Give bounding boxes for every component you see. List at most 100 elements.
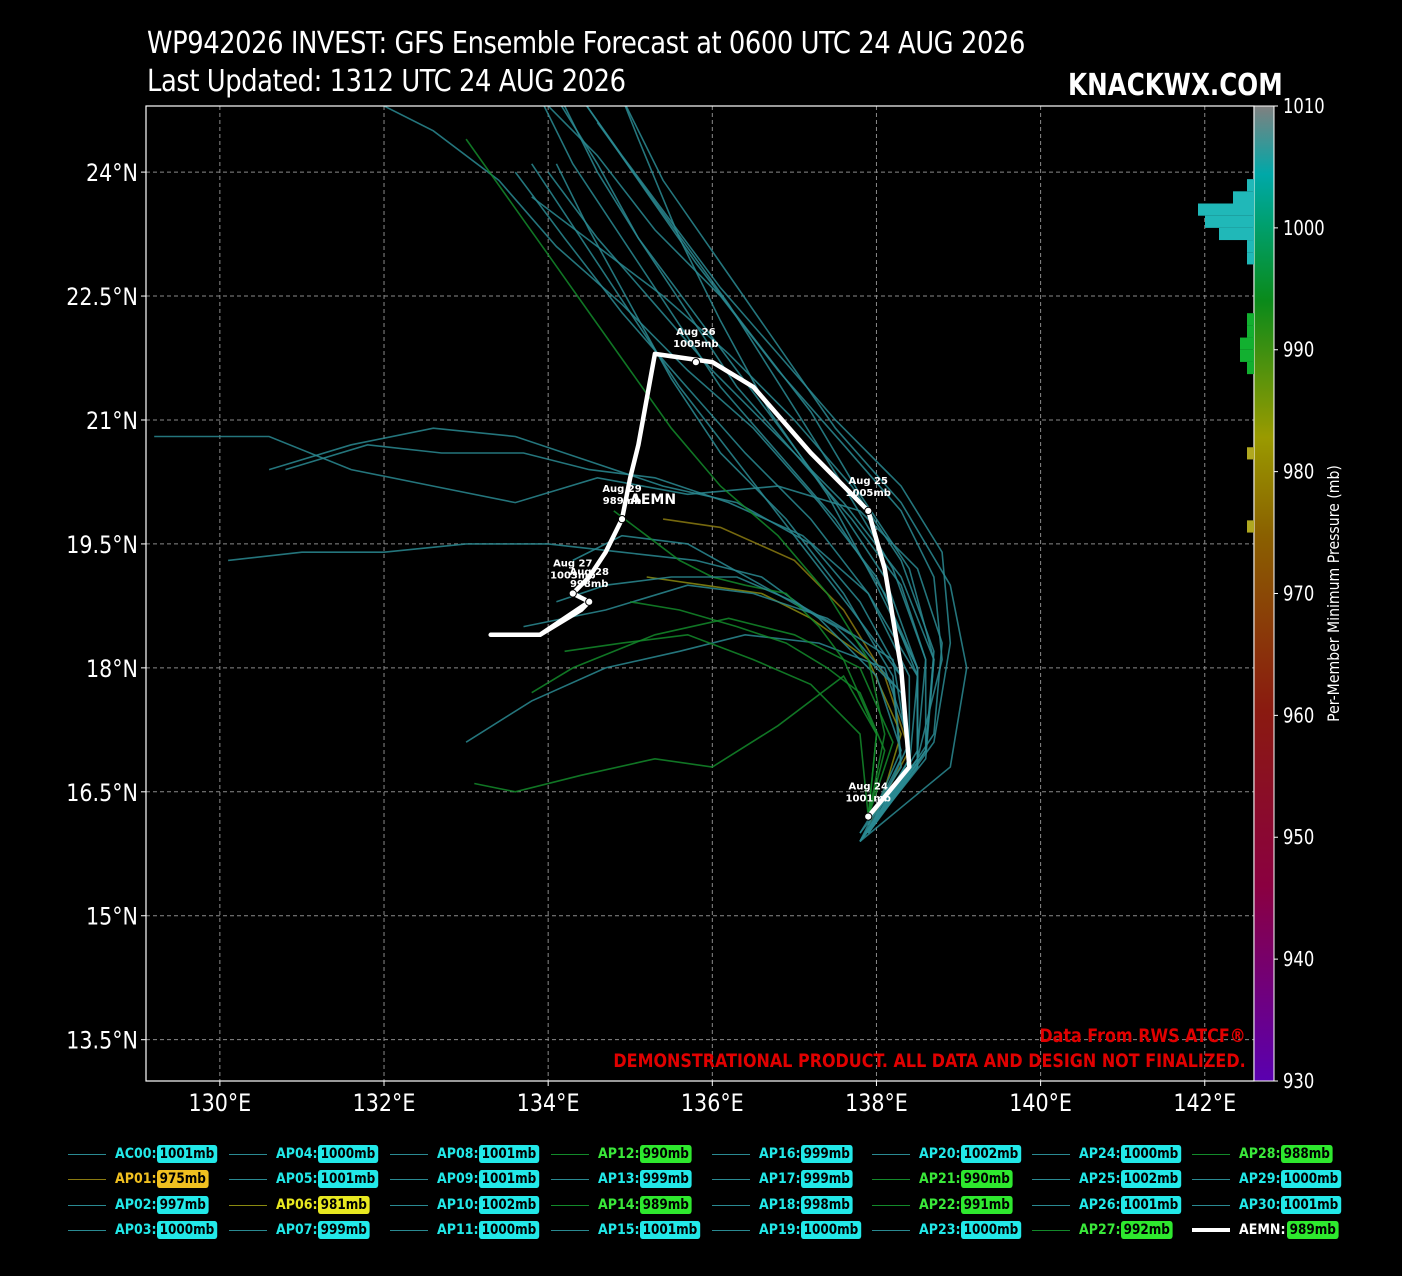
- y-tick-label: 15°N: [86, 903, 138, 931]
- legend-swatch: [872, 1204, 910, 1206]
- track-ap28: [465, 138, 886, 817]
- pressure-colorbar: 930 940 950 960 970 980 990 1000 1010 Per-Member …: [1198, 96, 1343, 1094]
- colorbar-tick-label: 1000: [1283, 217, 1325, 240]
- colorbar-tick-label: 940: [1283, 949, 1314, 972]
- legend-member-name: AP25:: [1079, 1171, 1121, 1187]
- daily-date-label: Aug 26: [676, 327, 715, 338]
- legend-swatch: [68, 1229, 106, 1231]
- legend-pressure-badge: 999mb: [640, 1170, 692, 1188]
- legend-swatch: [1032, 1229, 1070, 1231]
- daily-date-label: Aug 25: [849, 476, 888, 487]
- legend-member-name: AP02:: [115, 1197, 157, 1213]
- pressure-histogram-bar: [1233, 191, 1254, 204]
- legend-swatch: [229, 1229, 267, 1231]
- legend-pressure-badge: 989mb: [1286, 1221, 1339, 1239]
- legend-member-name: AP05:: [276, 1171, 318, 1187]
- track-ap20: [585, 106, 952, 834]
- legend-swatch: [712, 1153, 750, 1155]
- pressure-histogram-bar: [1247, 313, 1254, 326]
- legend-pressure-badge: 992mb: [1121, 1221, 1173, 1239]
- daily-date-label: Aug 24: [849, 782, 888, 793]
- legend-member-name: AP12:: [598, 1146, 640, 1162]
- legend-member-name: AP23:: [919, 1222, 961, 1238]
- legend-item-ap30: AP30: 1001mb: [1192, 1194, 1351, 1216]
- pressure-histogram-bar: [1198, 203, 1254, 216]
- legend-member-name: AP06:: [276, 1197, 318, 1213]
- legend-item-ap11: AP11: 1000mb: [390, 1219, 549, 1241]
- colorbar-tick-label: 930: [1283, 1071, 1314, 1094]
- legend-swatch: [68, 1204, 106, 1206]
- legend-swatch: [68, 1153, 106, 1155]
- legend-item-ap16: AP16: 999mb: [712, 1143, 861, 1165]
- track-ap22: [564, 633, 870, 817]
- legend-pressure-badge: 1000mb: [1281, 1170, 1342, 1188]
- colorbar-tick-label: 960: [1283, 705, 1314, 728]
- y-tick-label: 13.5°N: [66, 1027, 138, 1055]
- legend-pressure-badge: 990mb: [961, 1170, 1013, 1188]
- legend-item-aemn: AEMN: 989mb: [1192, 1219, 1347, 1241]
- legend-member-name: AP04:: [276, 1146, 318, 1162]
- legend-swatch: [551, 1204, 589, 1206]
- track-ap10: [625, 106, 968, 843]
- legend-item-ap18: AP18: 998mb: [712, 1194, 861, 1216]
- legend-item-ap09: AP09: 1001mb: [390, 1168, 549, 1190]
- legend-pressure-badge: 999mb: [318, 1221, 370, 1239]
- legend-swatch: [1032, 1153, 1070, 1155]
- legend-member-name: AP30:: [1239, 1197, 1281, 1213]
- legend-member-name: AP16:: [759, 1146, 801, 1162]
- legend-item-ap10: AP10: 1002mb: [390, 1194, 549, 1216]
- legend-swatch: [872, 1178, 910, 1180]
- legend-member-name: AP03:: [115, 1222, 157, 1238]
- legend-pressure-badge: 1001mb: [479, 1170, 540, 1188]
- legend-member-name: AP22:: [919, 1197, 961, 1213]
- colorbar-tick-label: 980: [1283, 461, 1314, 484]
- legend-member-name: AP09:: [437, 1171, 479, 1187]
- legend-pressure-badge: 989mb: [640, 1196, 692, 1214]
- legend-item-ap05: AP05: 1001mb: [229, 1168, 388, 1190]
- legend-pressure-badge: 1000mb: [1121, 1145, 1182, 1163]
- legend-member-name: AP11:: [437, 1222, 479, 1238]
- pressure-histogram-bar: [1205, 215, 1254, 228]
- daily-position-marker: [864, 812, 873, 821]
- legend-item-ap15: AP15: 1001mb: [551, 1219, 710, 1241]
- track-ap03: [624, 106, 919, 842]
- legend-pressure-badge: 999mb: [801, 1170, 853, 1188]
- legend-member-name: AP28:: [1239, 1146, 1281, 1162]
- daily-pressure-label: 1001mb: [846, 794, 891, 805]
- pressure-histogram-bar: [1247, 179, 1254, 192]
- y-tick-label: 22.5°N: [66, 284, 138, 312]
- legend-member-name: AC00:: [115, 1146, 157, 1162]
- legend-member-name: AP27:: [1079, 1222, 1121, 1238]
- legend-pressure-badge: 1002mb: [479, 1196, 540, 1214]
- colorbar-tick-label: 970: [1283, 583, 1314, 606]
- legend-member-name: AP17:: [759, 1171, 801, 1187]
- legend-swatch: [551, 1229, 589, 1231]
- track-ap27: [630, 601, 886, 817]
- legend-item-ap29: AP29: 1000mb: [1192, 1168, 1351, 1190]
- legend-item-ap08: AP08: 1001mb: [390, 1143, 549, 1165]
- legend-item-ap25: AP25: 1002mb: [1032, 1168, 1191, 1190]
- legend-item-ap03: AP03: 1000mb: [68, 1219, 227, 1241]
- legend-item-ap13: AP13: 999mb: [551, 1168, 700, 1190]
- legend-pressure-badge: 975mb: [157, 1170, 209, 1188]
- track-ap11: [228, 543, 902, 826]
- legend-member-name: AP24:: [1079, 1146, 1121, 1162]
- legend-pressure-badge: 988mb: [1281, 1145, 1333, 1163]
- ensemble-member-tracks: [154, 106, 968, 843]
- track-ap04: [268, 427, 911, 834]
- legend-item-ap02: AP02: 997mb: [68, 1194, 217, 1216]
- legend-swatch: [1192, 1153, 1230, 1155]
- legend-member-name: AP26:: [1079, 1197, 1121, 1213]
- legend-member-name: AP14:: [598, 1197, 640, 1213]
- legend-swatch: [551, 1178, 589, 1180]
- colorbar-gradient: [1253, 105, 1275, 1082]
- x-tick-label: 134°E: [517, 1090, 580, 1118]
- legend-pressure-badge: 1002mb: [961, 1145, 1022, 1163]
- pressure-histogram-bar: [1240, 337, 1254, 350]
- legend-pressure-badge: 1001mb: [1281, 1196, 1342, 1214]
- pressure-histogram-bar: [1247, 252, 1254, 265]
- legend-item-ap21: AP21: 990mb: [872, 1168, 1021, 1190]
- legend-swatch: [712, 1229, 750, 1231]
- daily-position-marker: [617, 515, 627, 524]
- daily-pressure-label: 998mb: [570, 579, 608, 590]
